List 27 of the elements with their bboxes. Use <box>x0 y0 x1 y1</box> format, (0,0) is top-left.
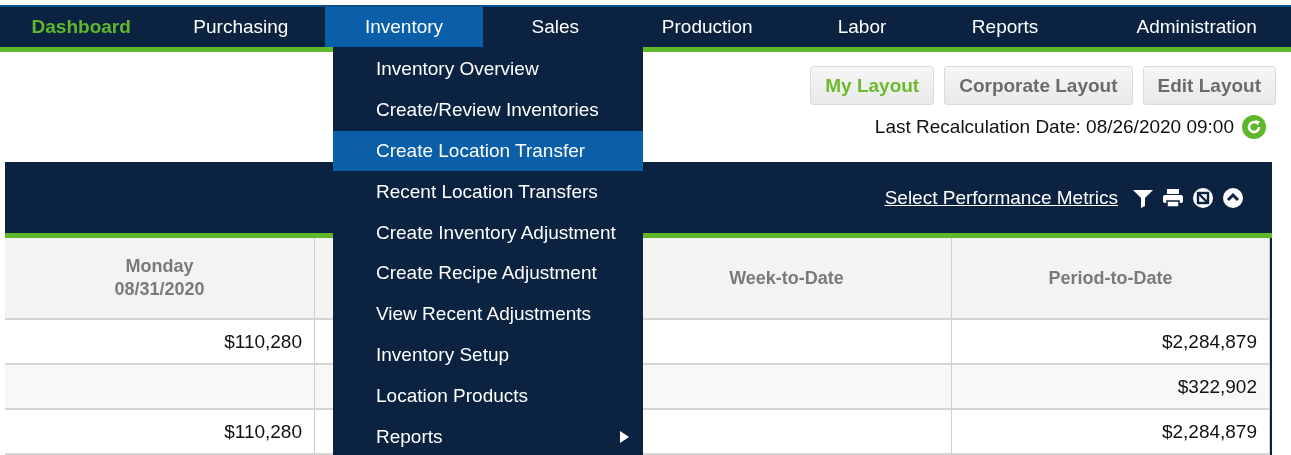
nav-tab[interactable]: Reports <box>937 7 1073 47</box>
nav-tab[interactable]: Inventory <box>325 7 483 47</box>
nav-tab[interactable]: Production <box>628 7 787 47</box>
block-icon[interactable] <box>1192 186 1214 209</box>
table-cell: $110,280 <box>5 410 315 455</box>
column-header: Monday 08/31/2020 <box>5 238 315 320</box>
menu-item[interactable]: Inventory Setup <box>333 334 643 376</box>
layout-button[interactable]: Corporate Layout <box>944 66 1133 105</box>
nav-tab[interactable]: Sales <box>482 7 629 47</box>
nav-tab[interactable]: Administration <box>1072 7 1291 47</box>
select-metrics-link[interactable]: Select Performance Metrics <box>884 186 1118 209</box>
collapse-icon[interactable] <box>1222 186 1244 209</box>
recalculation-date: Last Recalculation Date: 08/26/2020 09:00 <box>874 116 1234 138</box>
menu-item[interactable]: Recent Location Transfers <box>333 171 643 213</box>
menu-item[interactable]: Create/Review Inventories <box>333 89 643 131</box>
table-cell: $2,284,879 <box>952 410 1270 455</box>
print-icon[interactable] <box>1162 186 1184 209</box>
table-cell: $322,902 <box>952 365 1270 410</box>
column-header: Period-to-Date <box>952 238 1270 320</box>
nav-tab[interactable]: Labor <box>786 7 938 47</box>
menu-item[interactable]: Location Products <box>333 375 643 417</box>
menu-item[interactable]: Create Location Transfer <box>333 130 643 172</box>
menu-item[interactable]: Inventory Overview <box>333 49 643 90</box>
layout-button[interactable]: Edit Layout <box>1142 66 1276 105</box>
menu-item[interactable]: Reports <box>333 416 643 455</box>
nav-tab[interactable]: Dashboard <box>6 7 157 47</box>
nav-tab[interactable]: Purchasing <box>156 7 326 47</box>
